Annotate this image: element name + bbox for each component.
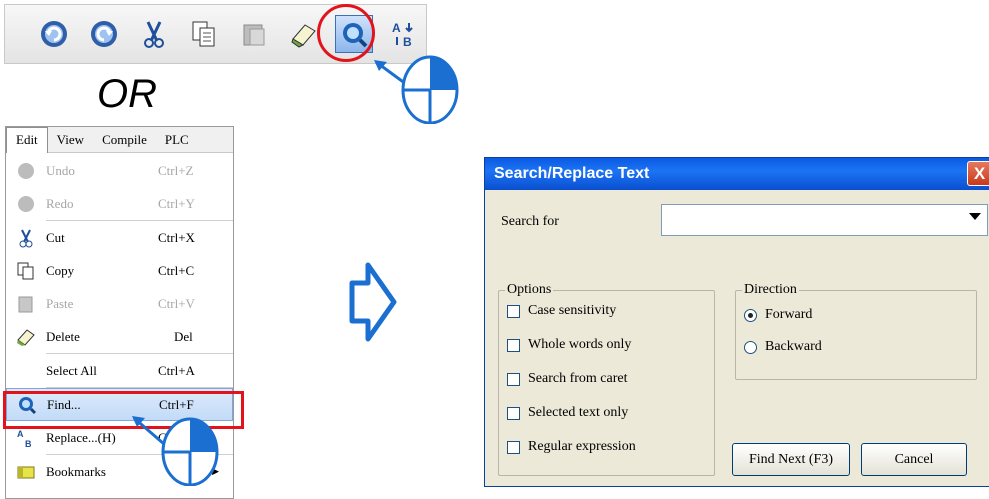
checkbox[interactable] bbox=[507, 406, 520, 420]
search-combo[interactable] bbox=[661, 204, 988, 236]
menu-item-select-all[interactable]: Select All Ctrl+A bbox=[6, 354, 233, 387]
menubar-item-edit[interactable]: Edit bbox=[6, 126, 48, 153]
checkbox[interactable] bbox=[507, 440, 520, 454]
menu-item-label: Redo bbox=[46, 195, 74, 211]
menu-item-copy[interactable]: Copy Ctrl+C bbox=[6, 254, 233, 287]
menu-item-label: Cut bbox=[46, 229, 65, 245]
dialog-title: Search/Replace Text bbox=[485, 158, 989, 190]
direction-forward[interactable]: Forward bbox=[744, 307, 812, 323]
menu-item-shortcut: Ctrl+X bbox=[158, 229, 195, 245]
undo-icon bbox=[16, 161, 36, 181]
menu-item-shortcut: Ctrl+Z bbox=[158, 162, 194, 178]
redo-button[interactable] bbox=[85, 15, 123, 53]
find-next-button[interactable]: Find Next (F3) bbox=[732, 443, 850, 476]
cut-icon bbox=[16, 228, 36, 248]
paste-icon bbox=[243, 24, 265, 46]
delete-icon bbox=[291, 24, 316, 48]
close-button[interactable]: X bbox=[967, 161, 989, 186]
menu-item-delete[interactable]: Delete Del bbox=[6, 320, 233, 353]
cut-button[interactable] bbox=[135, 15, 173, 53]
menu-item-shortcut: Del bbox=[174, 328, 193, 344]
menu-item-shortcut: Ctrl+C bbox=[158, 262, 195, 278]
option-label: Selected text only bbox=[528, 405, 629, 420]
option-whole-words[interactable]: Whole words only bbox=[507, 337, 631, 353]
menubar: Edit View Compile PLC bbox=[6, 126, 233, 153]
radio-button[interactable] bbox=[744, 340, 757, 354]
option-label: Search from caret bbox=[528, 371, 628, 386]
paste-button[interactable] bbox=[235, 15, 273, 53]
delete-icon bbox=[16, 327, 36, 347]
menu-item-label: Copy bbox=[46, 262, 75, 278]
menu-item-cut[interactable]: Cut Ctrl+X bbox=[6, 221, 233, 254]
menu-item-label: Select All bbox=[46, 362, 97, 378]
replace-button[interactable]: A B bbox=[385, 15, 423, 53]
bookmark-icon bbox=[16, 462, 36, 482]
search-replace-dialog: Search/Replace Text X Search for Options… bbox=[484, 157, 989, 487]
right-arrow-icon bbox=[349, 262, 397, 342]
menu-item-undo[interactable]: Undo Ctrl+Z bbox=[6, 154, 233, 187]
undo-button[interactable] bbox=[35, 15, 73, 53]
menu-item-shortcut: Ctrl+Y bbox=[158, 195, 195, 211]
option-label: Case sensitivity bbox=[528, 303, 617, 318]
replace-icon: AB bbox=[16, 428, 36, 448]
svg-text:A: A bbox=[392, 21, 401, 35]
paste-icon bbox=[16, 294, 36, 314]
menubar-item-plc[interactable]: PLC bbox=[156, 132, 198, 148]
mouse-click-indicator bbox=[130, 412, 222, 487]
mouse-click-indicator bbox=[370, 52, 462, 125]
option-label: Regular expression bbox=[528, 439, 636, 454]
mouse-icon bbox=[374, 55, 459, 125]
search-input[interactable] bbox=[662, 205, 952, 235]
svg-text:A: A bbox=[17, 429, 24, 439]
replace-icon: A B bbox=[392, 21, 413, 49]
checkbox[interactable] bbox=[507, 338, 520, 352]
options-group: Options Case sensitivity Whole words onl… bbox=[498, 282, 715, 476]
menu-item-label: Paste bbox=[46, 295, 74, 311]
blank-icon bbox=[16, 361, 36, 381]
undo-icon bbox=[41, 21, 67, 47]
menubar-item-compile[interactable]: Compile bbox=[93, 132, 156, 148]
option-selected-text-only[interactable]: Selected text only bbox=[507, 405, 628, 421]
svg-text:B: B bbox=[403, 35, 412, 49]
checkbox[interactable] bbox=[507, 304, 520, 318]
direction-backward[interactable]: Backward bbox=[744, 339, 822, 355]
menu-item-shortcut: Ctrl+A bbox=[158, 362, 195, 378]
menu-item-label: Undo bbox=[46, 162, 75, 178]
cut-icon bbox=[144, 21, 164, 48]
direction-label: Backward bbox=[765, 339, 822, 354]
menu-item-paste[interactable]: Paste Ctrl+V bbox=[6, 287, 233, 320]
option-regular-expression[interactable]: Regular expression bbox=[507, 439, 636, 455]
redo-icon bbox=[16, 194, 36, 214]
radio-button[interactable] bbox=[744, 308, 757, 322]
option-search-from-caret[interactable]: Search from caret bbox=[507, 371, 628, 387]
svg-text:B: B bbox=[25, 439, 32, 448]
copy-icon bbox=[192, 21, 215, 47]
copy-icon bbox=[16, 261, 36, 281]
menu-item-shortcut: Ctrl+V bbox=[158, 295, 195, 311]
direction-label: Forward bbox=[765, 307, 813, 322]
search-label: Search for bbox=[501, 214, 559, 229]
option-label: Whole words only bbox=[528, 337, 632, 352]
option-case-sensitivity[interactable]: Case sensitivity bbox=[507, 303, 616, 319]
cancel-button[interactable]: Cancel bbox=[861, 443, 967, 476]
find-button-highlight-ring bbox=[317, 4, 375, 62]
mouse-icon bbox=[132, 416, 219, 487]
menu-item-label: Delete bbox=[46, 328, 80, 344]
chevron-down-icon[interactable] bbox=[969, 213, 981, 220]
direction-group: Direction Forward Backward bbox=[735, 282, 977, 380]
menu-item-redo[interactable]: Redo Ctrl+Y bbox=[6, 187, 233, 220]
checkbox[interactable] bbox=[507, 372, 520, 386]
menubar-item-view[interactable]: View bbox=[48, 132, 93, 148]
options-legend: Options bbox=[505, 282, 554, 298]
copy-button[interactable] bbox=[185, 15, 223, 53]
or-label: OR bbox=[97, 72, 157, 116]
redo-icon bbox=[91, 21, 117, 47]
direction-legend: Direction bbox=[742, 282, 799, 298]
